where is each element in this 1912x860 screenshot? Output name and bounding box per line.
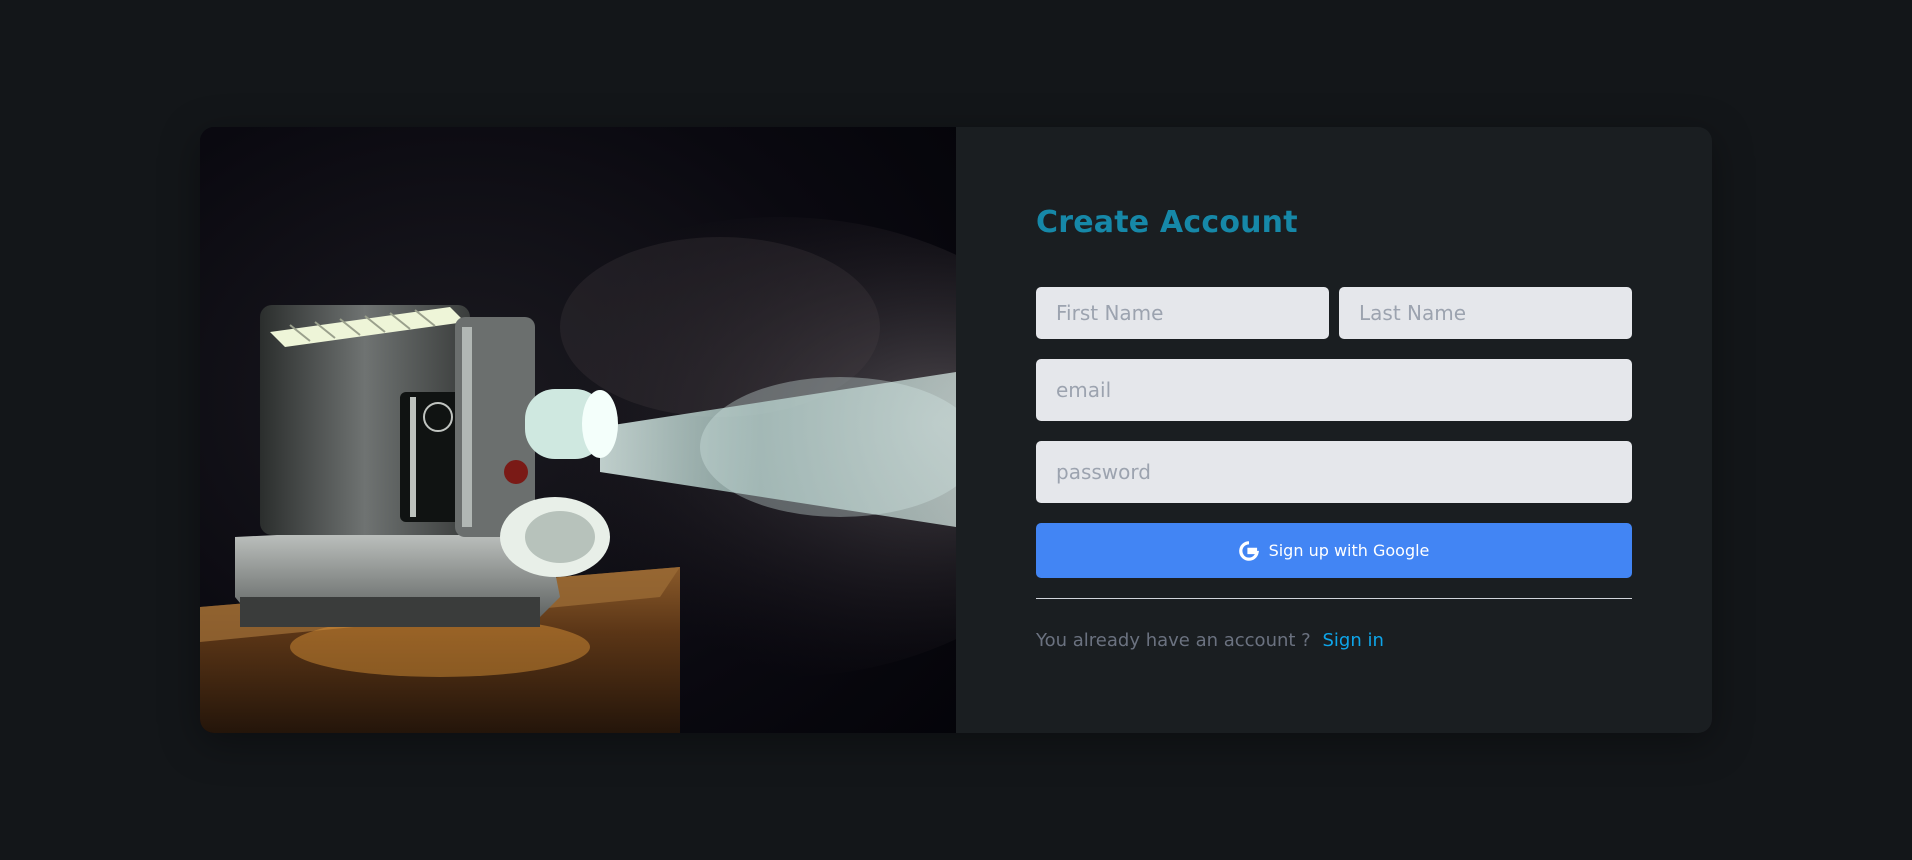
google-button-label: Sign up with Google [1268,541,1430,560]
signup-card: Create Account Sign up with Google You a… [200,127,1712,733]
page-title: Create Account [1036,205,1298,240]
signin-row: You already have an account ? Sign in [1036,630,1384,651]
first-name-input[interactable] [1036,287,1329,339]
projector-image [200,127,956,733]
signin-link[interactable]: Sign in [1322,630,1383,651]
google-signup-button[interactable]: Sign up with Google [1036,523,1632,578]
password-input[interactable] [1036,441,1632,503]
have-account-text: You already have an account ? [1036,630,1311,651]
google-g-icon [1238,540,1259,561]
last-name-input[interactable] [1339,287,1632,339]
email-input[interactable] [1036,359,1632,421]
signup-form: Create Account Sign up with Google You a… [956,127,1712,733]
divider [1036,598,1632,599]
